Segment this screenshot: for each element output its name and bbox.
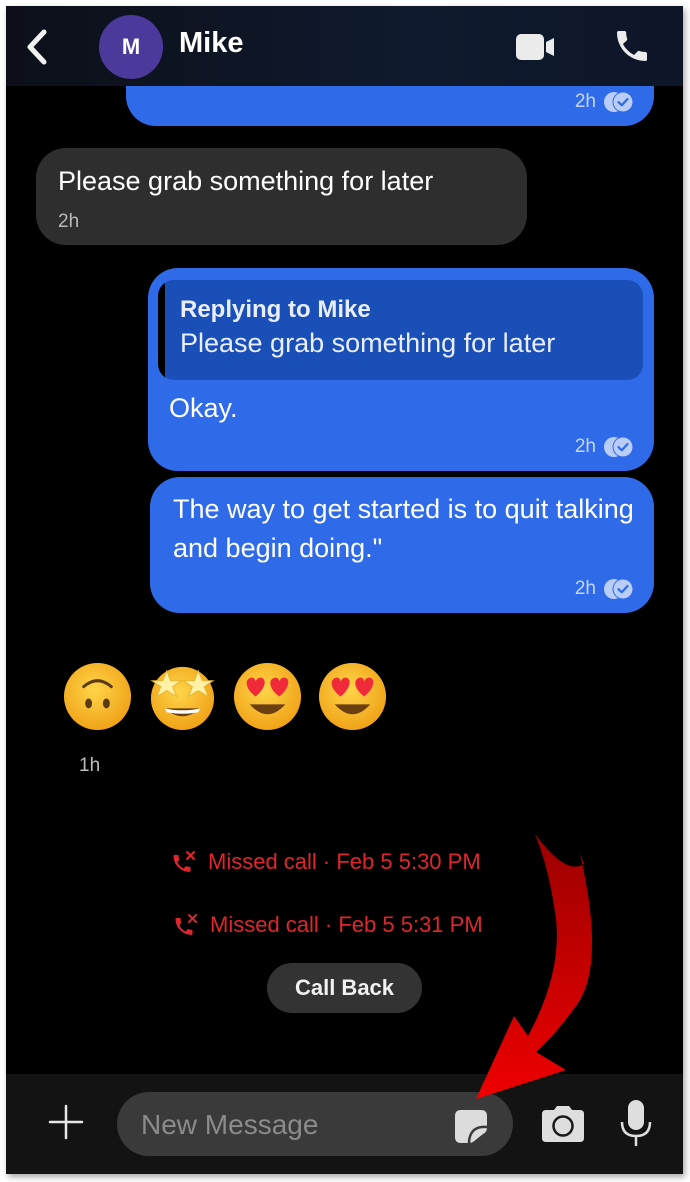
- camera-icon: [542, 1106, 584, 1142]
- avatar[interactable]: M: [99, 15, 163, 79]
- message-time: 2h: [58, 211, 80, 232]
- microphone-icon: [620, 1100, 652, 1146]
- reply-quoted-text: Please grab something for later: [180, 328, 556, 358]
- camera-button[interactable]: [540, 1104, 586, 1144]
- message-time: 2h: [574, 436, 596, 457]
- message-composer: [6, 1074, 683, 1174]
- read-receipt-icon: [604, 91, 634, 113]
- sticker-button[interactable]: [451, 1106, 491, 1146]
- back-chevron-icon: [27, 29, 47, 65]
- missed-call-entry[interactable]: Missed call · Feb 5 5:30 PM: [170, 849, 481, 875]
- star-struck-emoji-icon: [150, 666, 215, 731]
- message-input-container: [117, 1092, 513, 1158]
- chat-header: M Mike: [6, 6, 683, 86]
- message-time: 2h: [574, 91, 596, 112]
- voice-call-button[interactable]: [612, 26, 652, 66]
- read-receipt-icon: [604, 436, 634, 458]
- message-text: Okay.: [169, 393, 238, 423]
- message-time: 2h: [574, 578, 596, 599]
- emoji-message[interactable]: [62, 661, 388, 732]
- video-camera-icon: [516, 34, 554, 60]
- message-meta: 2h: [575, 577, 636, 601]
- upside-down-face-emoji-icon: [63, 662, 132, 731]
- phone-screen: M Mike 2h Please grab something for late…: [6, 6, 683, 1174]
- heart-eyes-emoji-icon: [318, 662, 387, 731]
- message-bubble-incoming[interactable]: Please grab something for later 2h: [36, 148, 527, 245]
- missed-call-entry[interactable]: Missed call · Feb 5 5:31 PM: [172, 912, 483, 938]
- phone-icon: [617, 31, 647, 61]
- missed-call-text: Missed call · Feb 5 5:31 PM: [210, 912, 483, 937]
- reply-quote[interactable]: Replying to Mike Please grab something f…: [158, 280, 643, 380]
- missed-call-icon: [173, 851, 195, 872]
- back-button[interactable]: [20, 26, 54, 68]
- reply-quote-bar: [158, 280, 165, 380]
- message-input[interactable]: [139, 1092, 433, 1158]
- read-receipt-icon: [604, 578, 634, 600]
- message-text: Please grab something for later: [58, 166, 434, 196]
- sticker-icon: [455, 1110, 488, 1144]
- add-attachment-button[interactable]: [48, 1104, 84, 1140]
- missed-call-text: Missed call · Feb 5 5:30 PM: [208, 849, 481, 874]
- video-call-button[interactable]: [514, 30, 556, 64]
- message-meta: 2h: [575, 435, 636, 459]
- message-meta: 2h: [575, 90, 636, 114]
- microphone-button[interactable]: [618, 1098, 654, 1148]
- missed-call-icon: [175, 914, 197, 935]
- plus-icon: [48, 1104, 84, 1140]
- heart-eyes-emoji-icon: [233, 662, 302, 731]
- message-bubble-outgoing-reply[interactable]: Replying to Mike Please grab something f…: [148, 268, 654, 471]
- reply-title: Replying to Mike: [180, 296, 371, 323]
- message-time: 1h: [79, 755, 101, 776]
- message-text: The way to get started is to quit talkin…: [173, 494, 634, 563]
- message-bubble-outgoing[interactable]: The way to get started is to quit talkin…: [150, 477, 654, 613]
- contact-name[interactable]: Mike: [179, 27, 243, 60]
- call-back-button[interactable]: Call Back: [267, 963, 422, 1013]
